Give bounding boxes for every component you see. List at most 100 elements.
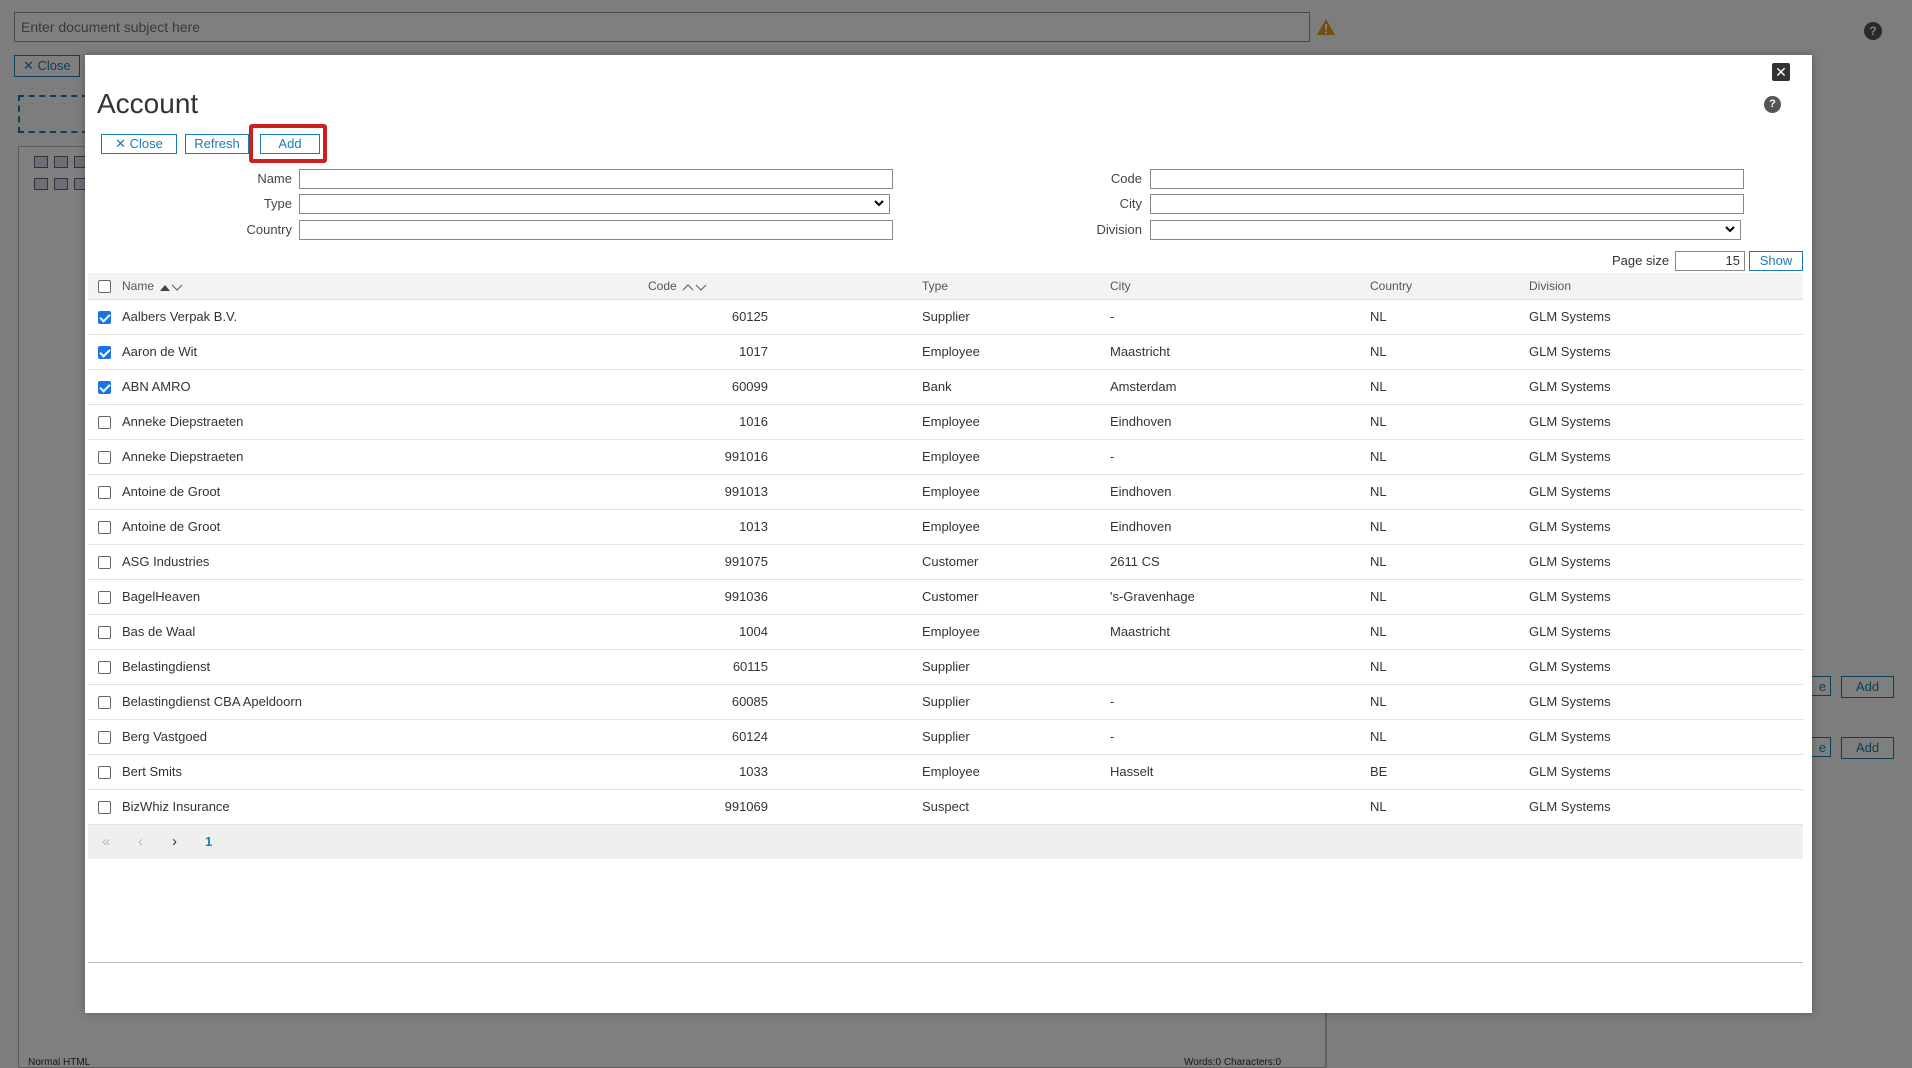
cell-city: Eindhoven: [1110, 519, 1172, 534]
cell-code: 991069: [724, 799, 768, 814]
cell-code: 60124: [731, 729, 768, 744]
select-all-checkbox[interactable]: [98, 280, 111, 293]
cell-city: 's-Gravenhage: [1110, 589, 1195, 604]
row-checkbox[interactable]: [98, 346, 111, 359]
division-filter-label: Division: [1096, 222, 1142, 237]
table-row[interactable]: BizWhiz Insurance 991069 Suspect NL GLM Syst…: [88, 790, 1803, 825]
sort-ascending-icon: [160, 284, 183, 291]
chevron-down-icon: [1725, 226, 1735, 233]
table-row[interactable]: ABN AMRO 60099 Bank Amsterdam NL GLM Systems: [88, 370, 1803, 405]
type-filter-label: Type: [263, 196, 292, 211]
cell-code: 60115: [732, 659, 768, 674]
table-row[interactable]: Antoine de Groot 1013 Employee Eindhoven NL G…: [88, 510, 1803, 545]
table-row[interactable]: ASG Industries 991075 Customer 2611 CS NL GLM…: [88, 545, 1803, 580]
table-header: Name Code Type City Country Division: [88, 273, 1803, 300]
cell-code: 60099: [731, 379, 768, 394]
table-row[interactable]: Aalbers Verpak B.V. 60125 Supplier - NL GLM S…: [88, 300, 1803, 335]
cell-code: 1017: [739, 344, 768, 359]
table-row[interactable]: Antoine de Groot 991013 Employee Eindhoven N…: [88, 475, 1803, 510]
row-checkbox[interactable]: [98, 801, 111, 814]
cell-division: GLM Systems: [1529, 484, 1611, 499]
cell-name: Aalbers Verpak B.V.: [122, 309, 238, 324]
cell-name: Bas de Waal: [122, 624, 196, 639]
table-row[interactable]: Aaron de Wit 1017 Employee Maastricht NL GLM …: [88, 335, 1803, 370]
account-table: Name Code Type City Country Division Aal…: [88, 273, 1803, 859]
name-filter-label: Name: [257, 171, 292, 186]
dialog-title: Account: [97, 88, 199, 119]
column-header-code-label: Code: [648, 279, 677, 293]
cell-name: Aaron de Wit: [122, 344, 198, 359]
page-size-input[interactable]: 15: [1675, 251, 1745, 271]
row-checkbox[interactable]: [98, 521, 111, 534]
row-checkbox[interactable]: [98, 416, 111, 429]
cell-type: Employee: [922, 519, 980, 534]
table-row[interactable]: Belastingdienst CBA Apeldoorn 60085 Suppli…: [88, 685, 1803, 720]
row-checkbox[interactable]: [98, 731, 111, 744]
help-icon[interactable]: ?: [1764, 96, 1781, 113]
column-header-code[interactable]: Code: [648, 273, 708, 299]
close-button[interactable]: ✕ Close: [101, 134, 177, 154]
table-row[interactable]: Anneke Diepstraeten 991016 Employee - NL GLM …: [88, 440, 1803, 475]
code-filter-input[interactable]: [1150, 169, 1744, 189]
cell-country: NL: [1370, 414, 1387, 429]
sort-icon: [682, 283, 707, 291]
row-checkbox[interactable]: [98, 766, 111, 779]
row-checkbox[interactable]: [98, 311, 111, 324]
cell-country: NL: [1370, 659, 1387, 674]
cell-city: Maastricht: [1110, 344, 1170, 359]
cell-country: NL: [1370, 379, 1387, 394]
table-body: Aalbers Verpak B.V. 60125 Supplier - NL GLM S…: [88, 300, 1803, 825]
cell-type: Employee: [922, 449, 980, 464]
cell-type: Employee: [922, 624, 980, 639]
show-button[interactable]: Show: [1749, 251, 1803, 271]
cell-city: 2611 CS: [1110, 554, 1160, 569]
table-row[interactable]: Bas de Waal 1004 Employee Maastricht NL GLM S…: [88, 615, 1803, 650]
previous-page-icon[interactable]: ‹: [138, 825, 143, 859]
column-header-name-label: Name: [122, 279, 155, 293]
cell-type: Supplier: [922, 659, 970, 674]
row-checkbox[interactable]: [98, 486, 111, 499]
cell-country: NL: [1370, 799, 1387, 814]
cell-name: BizWhiz Insurance: [122, 799, 230, 814]
cell-division: GLM Systems: [1529, 624, 1611, 639]
table-row[interactable]: Berg Vastgoed 60124 Supplier - NL GLM Systems: [88, 720, 1803, 755]
cell-type: Employee: [922, 414, 980, 429]
next-page-icon[interactable]: ›: [172, 825, 177, 859]
country-filter-input[interactable]: [299, 220, 893, 240]
row-checkbox[interactable]: [98, 626, 111, 639]
name-filter-input[interactable]: [299, 169, 893, 189]
column-header-type[interactable]: Type: [922, 273, 948, 299]
row-checkbox[interactable]: [98, 451, 111, 464]
column-header-country[interactable]: Country: [1370, 273, 1412, 299]
refresh-button[interactable]: Refresh: [185, 134, 249, 154]
cell-code: 1016: [739, 414, 768, 429]
table-row[interactable]: Belastingdienst 60115 Supplier NL GLM System…: [88, 650, 1803, 685]
division-filter-select[interactable]: [1150, 220, 1741, 240]
cell-division: GLM Systems: [1529, 694, 1611, 709]
first-page-icon[interactable]: «: [102, 825, 110, 859]
row-checkbox[interactable]: [98, 661, 111, 674]
cell-type: Supplier: [922, 729, 970, 744]
account-dialog: Account ✕ ? ✕ Close Refresh Add Name Typ…: [85, 55, 1812, 1013]
cell-code: 60125: [731, 309, 768, 324]
table-row[interactable]: Bert Smits 1033 Employee Hasselt BE GLM Syste…: [88, 755, 1803, 790]
table-row[interactable]: Anneke Diepstraeten 1016 Employee Eindhoven…: [88, 405, 1803, 440]
column-header-name[interactable]: Name: [122, 273, 183, 299]
cell-country: NL: [1370, 344, 1387, 359]
column-header-division[interactable]: Division: [1529, 273, 1571, 299]
close-icon[interactable]: ✕: [1772, 63, 1790, 81]
table-row[interactable]: BagelHeaven 991036 Customer 's-Gravenhage NL…: [88, 580, 1803, 615]
column-header-city[interactable]: City: [1110, 273, 1131, 299]
type-filter-select[interactable]: [299, 194, 890, 214]
row-checkbox[interactable]: [98, 381, 111, 394]
cell-name: Bert Smits: [122, 764, 182, 779]
page-number[interactable]: 1: [205, 825, 212, 859]
row-checkbox[interactable]: [98, 696, 111, 709]
cell-city: -: [1110, 449, 1115, 464]
cell-name: Antoine de Groot: [122, 484, 221, 499]
cell-code: 1033: [739, 764, 768, 779]
city-filter-input[interactable]: [1150, 194, 1744, 214]
cell-name: ASG Industries: [122, 554, 210, 569]
row-checkbox[interactable]: [98, 591, 111, 604]
row-checkbox[interactable]: [98, 556, 111, 569]
